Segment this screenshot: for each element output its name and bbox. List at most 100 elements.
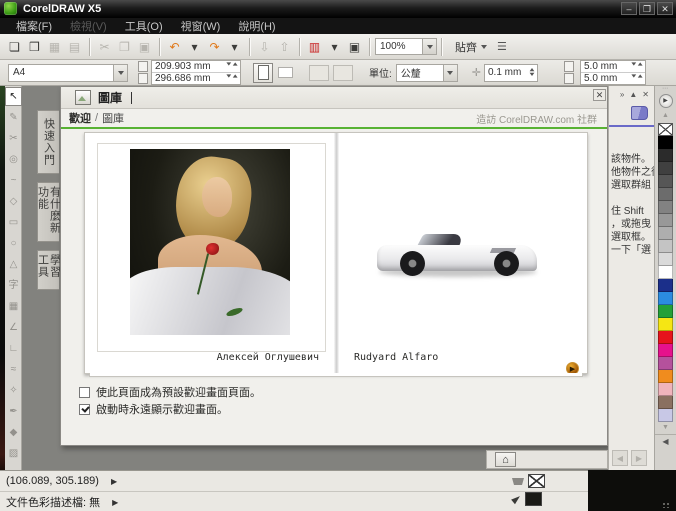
rectangle-tool-icon[interactable]: ▭	[5, 212, 22, 233]
always-show-checkbox[interactable]	[79, 404, 90, 415]
save-icon[interactable]: ▦	[45, 38, 64, 56]
menu-help[interactable]: 說明(H)	[238, 18, 275, 34]
stepper-icons[interactable]	[226, 62, 237, 65]
color-swatch[interactable]	[658, 188, 673, 201]
cut-icon[interactable]: ✂	[95, 38, 114, 56]
crop-tool-icon[interactable]: ✂	[5, 128, 22, 149]
polygon-tool-icon[interactable]: △	[5, 254, 22, 275]
chevron-down-icon[interactable]	[422, 39, 436, 54]
gallery-image-car[interactable]	[373, 181, 545, 277]
eyedropper-tool-icon[interactable]: ✧	[5, 380, 22, 401]
fill-tool-icon[interactable]: ◆	[5, 422, 22, 443]
redo-icon[interactable]: ↷	[205, 38, 224, 56]
palette-scroll-up-icon[interactable]: ▲	[655, 110, 676, 122]
home-button[interactable]: ⌂	[495, 452, 516, 467]
undo-dropdown-icon[interactable]: ▾	[185, 38, 204, 56]
community-link[interactable]: 造訪 CorelDRAW.com 社群	[476, 111, 597, 126]
blend-tool-icon[interactable]: ≈	[5, 359, 22, 380]
minimize-button[interactable]: –	[621, 2, 637, 15]
color-swatch[interactable]	[658, 396, 673, 409]
new-document-icon[interactable]: ❏	[5, 38, 24, 56]
palette-grip[interactable]: ⋯	[655, 86, 676, 93]
color-swatch[interactable]	[658, 305, 673, 318]
page-height-field[interactable]: 296.686 mm	[152, 72, 240, 84]
color-swatch[interactable]	[658, 175, 673, 188]
portrait-button[interactable]	[253, 63, 273, 83]
units-combo[interactable]: 公釐	[396, 64, 458, 82]
paste-icon[interactable]: ▣	[135, 38, 154, 56]
import-icon[interactable]: ⇩	[255, 38, 274, 56]
snap-to-dropdown[interactable]: 貼齊	[455, 39, 487, 55]
separator[interactable]	[249, 38, 251, 56]
default-page-checkbox[interactable]	[79, 387, 90, 398]
paper-size-combo[interactable]: A4	[8, 64, 128, 82]
palette-expand-icon[interactable]: ◀	[655, 434, 676, 449]
hints-icon[interactable]	[631, 106, 648, 120]
all-pages-button[interactable]	[309, 65, 329, 81]
redo-dropdown-icon[interactable]: ▾	[225, 38, 244, 56]
tab-whats-new[interactable]: 有什麼新功能	[37, 182, 59, 242]
separator[interactable]	[159, 38, 161, 56]
shape-tool-icon[interactable]: ✎	[5, 107, 22, 128]
color-swatch[interactable]	[658, 370, 673, 383]
current-page-button[interactable]	[333, 65, 353, 81]
page-width-field[interactable]: 209.903 mm	[152, 61, 240, 72]
color-swatch[interactable]	[658, 409, 673, 422]
nudge-distance-field[interactable]: 0.1 mm	[484, 64, 538, 82]
zoom-level-combo[interactable]: 100%	[375, 38, 437, 55]
menu-window[interactable]: 視窗(W)	[181, 18, 221, 34]
gallery-image-portrait[interactable]	[130, 149, 290, 335]
options-icon[interactable]: ☰	[497, 40, 507, 53]
outline-pen-tool-icon[interactable]: ✒	[5, 401, 22, 422]
undo-icon[interactable]: ↶	[165, 38, 184, 56]
dimension-tool-icon[interactable]: ∠	[5, 317, 22, 338]
color-swatch[interactable]	[658, 201, 673, 214]
chevron-down-icon[interactable]	[113, 65, 127, 81]
chevron-down-icon[interactable]	[443, 65, 457, 81]
color-swatch[interactable]	[658, 318, 673, 331]
app-launcher-icon[interactable]: ▥	[305, 38, 324, 56]
welcome-screen-icon[interactable]: ▣	[345, 38, 364, 56]
stepper-icons[interactable]	[530, 68, 535, 76]
interactive-fill-tool-icon[interactable]: ▨	[5, 443, 22, 464]
gallery-tab-label[interactable]: 圖庫	[98, 89, 122, 106]
forward-button[interactable]: ▶	[631, 450, 647, 466]
text-tool-icon[interactable]: 字	[5, 275, 22, 296]
landscape-button[interactable]	[275, 63, 295, 83]
duplicate-x-field[interactable]: 5.0 mm	[581, 61, 645, 72]
stepper-icons[interactable]	[631, 74, 642, 77]
next-page-button[interactable]: ▶	[566, 362, 579, 375]
menu-file[interactable]: 檔案(F)	[16, 18, 52, 34]
open-icon[interactable]: ❒	[25, 38, 44, 56]
ellipse-tool-icon[interactable]: ○	[5, 233, 22, 254]
copy-icon[interactable]: ❐	[115, 38, 134, 56]
docker-dock-icon[interactable]: ▲	[629, 90, 637, 99]
separator[interactable]	[369, 38, 371, 56]
breadcrumb-welcome[interactable]: 歡迎	[69, 110, 91, 126]
resize-grip[interactable]	[662, 502, 670, 508]
color-swatch[interactable]	[658, 344, 673, 357]
color-swatch[interactable]	[658, 279, 673, 292]
color-swatch[interactable]	[658, 383, 673, 396]
smart-fill-tool-icon[interactable]: ◇	[5, 191, 22, 212]
separator[interactable]	[89, 38, 91, 56]
welcome-close-button[interactable]: ✕	[593, 89, 606, 101]
maximize-button[interactable]: ❐	[639, 2, 655, 15]
back-button[interactable]: ◀	[612, 450, 628, 466]
color-swatch[interactable]	[658, 227, 673, 240]
color-swatch[interactable]	[658, 253, 673, 266]
duplicate-y-field[interactable]: 5.0 mm	[581, 72, 645, 84]
color-swatch[interactable]	[658, 149, 673, 162]
profile-expand-icon[interactable]: ▶	[112, 498, 118, 507]
close-button[interactable]: ✕	[657, 2, 673, 15]
outline-color-indicator[interactable]	[512, 492, 542, 506]
launcher-dropdown-icon[interactable]: ▾	[325, 38, 344, 56]
palette-flyout-button[interactable]: ▶	[659, 94, 673, 108]
fill-color-indicator[interactable]	[512, 474, 545, 488]
zoom-tool-icon[interactable]: ◎	[5, 149, 22, 170]
color-swatch[interactable]	[658, 292, 673, 305]
freehand-tool-icon[interactable]: ~	[5, 170, 22, 191]
export-icon[interactable]: ⇧	[275, 38, 294, 56]
color-swatch[interactable]	[658, 214, 673, 227]
connector-tool-icon[interactable]: ∟	[5, 338, 22, 359]
